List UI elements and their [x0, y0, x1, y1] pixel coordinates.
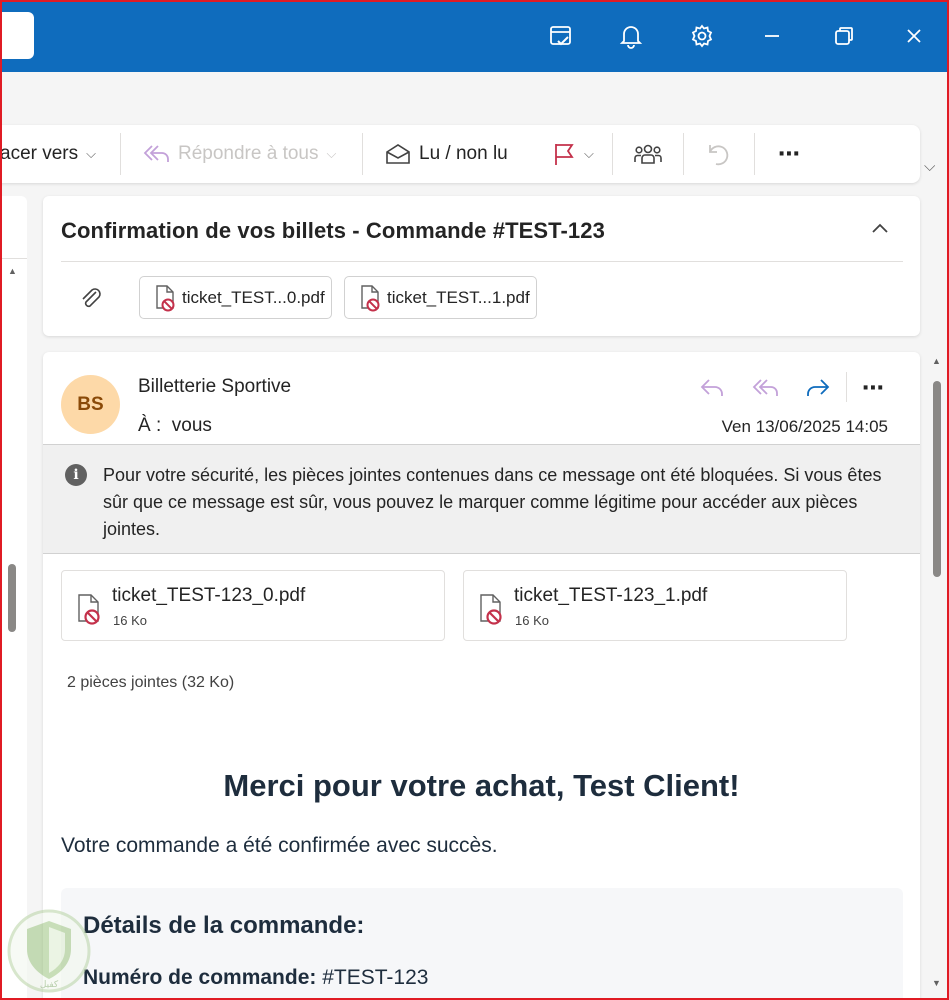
reply-icon: [700, 379, 723, 396]
message-more-button[interactable]: ⋯: [857, 374, 889, 402]
bell-icon: [619, 26, 643, 49]
attachment-card[interactable]: ticket_TEST-123_1.pdf 16 Ko: [463, 570, 847, 641]
forward-icon: [807, 379, 830, 396]
pane-divider: [0, 258, 27, 259]
header-divider: [61, 261, 903, 262]
attachment-file-name: ticket_TEST-123_1.pdf: [514, 585, 708, 606]
more-horizontal-icon: ⋯: [862, 375, 884, 400]
chevron-down-icon: ⌵: [584, 146, 594, 161]
scroll-down-arrow-icon[interactable]: ▼: [932, 978, 941, 988]
info-icon: i: [65, 464, 87, 486]
order-details-box: Détails de la commande: Numéro de comman…: [61, 888, 903, 1000]
read-unread-button[interactable]: Lu / non lu: [385, 125, 508, 183]
order-number-row: Numéro de commande: #TEST-123: [83, 966, 428, 990]
undo-button[interactable]: [706, 125, 732, 183]
flag-button[interactable]: ⌵: [552, 125, 594, 183]
command-bar-area: [0, 72, 949, 122]
flag-icon: [555, 144, 574, 165]
scroll-up-arrow-icon[interactable]: ▲: [8, 266, 17, 276]
chevron-up-icon: [872, 223, 888, 233]
sender-name[interactable]: Billetterie Sportive: [138, 376, 291, 398]
watermark-shield-logo: كفيل: [7, 909, 91, 993]
ribbon-divider: [683, 133, 684, 175]
restore-icon: [835, 27, 853, 45]
subject-title: Confirmation de vos billets - Commande #…: [61, 218, 605, 243]
message-date: Ven 13/06/2025 14:05: [721, 417, 888, 436]
attachment-file-name: ticket_TEST-123_0.pdf: [112, 585, 306, 606]
settings-button[interactable]: [684, 18, 720, 54]
restore-button[interactable]: [826, 18, 862, 54]
watermark-text: كفيل: [40, 980, 59, 990]
gear-icon: [691, 24, 713, 48]
reply-all-icon: [143, 145, 169, 162]
message-card: BS Billetterie Sportive À : vous ⋯ Ven 1…: [43, 352, 920, 1000]
reply-all-label: Répondre à tous: [178, 143, 319, 164]
ribbon-divider: [754, 133, 755, 175]
blocked-file-icon: [361, 284, 380, 311]
more-horizontal-icon: ⋯: [778, 141, 800, 166]
recipient-name[interactable]: vous: [172, 415, 212, 436]
email-body-title: Merci pour votre achat, Test Client!: [223, 768, 740, 803]
my-day-button[interactable]: [543, 18, 579, 54]
ribbon-divider: [612, 133, 613, 175]
attachment-chip-label: ticket_TEST...1.pdf: [387, 287, 530, 307]
close-button[interactable]: [896, 18, 932, 54]
read-unread-label: Lu / non lu: [419, 143, 508, 164]
blocked-attachments-banner: i Pour votre sécurité, les pièces jointe…: [43, 444, 920, 554]
email-body-subtitle: Votre commande a été confirmée avec succ…: [61, 834, 498, 857]
order-number-value: #TEST-123: [322, 966, 429, 989]
scroll-up-arrow-icon[interactable]: ▲: [932, 356, 941, 366]
attachment-file-size: 16 Ko: [113, 613, 147, 628]
title-bar: [0, 0, 949, 72]
move-to-button[interactable]: acer vers ⌵: [0, 125, 96, 183]
more-options-button[interactable]: ⋯: [778, 125, 800, 183]
attachment-chip[interactable]: ticket_TEST...1.pdf: [344, 276, 537, 319]
message-list-pane: ▲: [0, 196, 27, 1000]
attachment-chip-label: ticket_TEST...0.pdf: [182, 287, 325, 307]
attachment-count: 2 pièces jointes (32 Ko): [67, 674, 235, 691]
attachment-chip[interactable]: ticket_TEST...0.pdf: [139, 276, 332, 319]
message-list-scrollbar-thumb[interactable]: [8, 564, 16, 632]
notifications-button[interactable]: [613, 18, 649, 54]
reply-all-button[interactable]: [749, 374, 781, 402]
to-label: À :: [138, 415, 162, 436]
undo-icon: [709, 145, 729, 166]
groups-button[interactable]: [632, 125, 664, 183]
action-divider: [846, 372, 847, 402]
conversation-header: Confirmation de vos billets - Commande #…: [43, 196, 920, 336]
forward-button[interactable]: [802, 374, 834, 402]
ribbon-divider: [362, 133, 363, 175]
reply-all-button[interactable]: Répondre à tous ⌵: [142, 125, 336, 183]
paperclip-icon: [79, 286, 103, 317]
reply-button[interactable]: [696, 374, 728, 402]
ribbon-expand-chevron-icon[interactable]: ⌵: [924, 158, 935, 175]
minimize-icon: [765, 35, 779, 37]
calendar-check-icon: [550, 26, 571, 46]
minimize-button[interactable]: [754, 18, 790, 54]
chevron-down-icon: ⌵: [326, 146, 337, 161]
order-number-label: Numéro de commande:: [83, 966, 317, 989]
move-to-label: acer vers: [0, 143, 79, 164]
ribbon-divider: [120, 133, 121, 175]
close-icon: [907, 29, 921, 43]
banner-text: Pour votre sécurité, les pièces jointes …: [103, 465, 882, 539]
ribbon-toolbar: acer vers ⌵ Répondre à tous ⌵ Lu / non l…: [0, 125, 920, 183]
blocked-file-icon: [156, 284, 175, 311]
blocked-file-icon: [480, 594, 502, 625]
attachment-file-size: 16 Ko: [515, 613, 549, 628]
reply-all-icon: [752, 379, 778, 396]
people-team-icon: [634, 144, 662, 164]
envelope-open-icon: [386, 144, 410, 164]
collapse-button[interactable]: [867, 216, 893, 242]
chevron-down-icon: ⌵: [86, 146, 96, 161]
blocked-file-icon: [78, 594, 100, 625]
order-details-title: Détails de la commande:: [83, 912, 365, 939]
search-input[interactable]: [0, 12, 34, 59]
recipient-line: À : vous: [138, 415, 212, 437]
reading-pane-scrollbar-thumb[interactable]: [933, 381, 941, 577]
avatar[interactable]: BS: [61, 375, 120, 434]
attachment-card[interactable]: ticket_TEST-123_0.pdf 16 Ko: [61, 570, 445, 641]
